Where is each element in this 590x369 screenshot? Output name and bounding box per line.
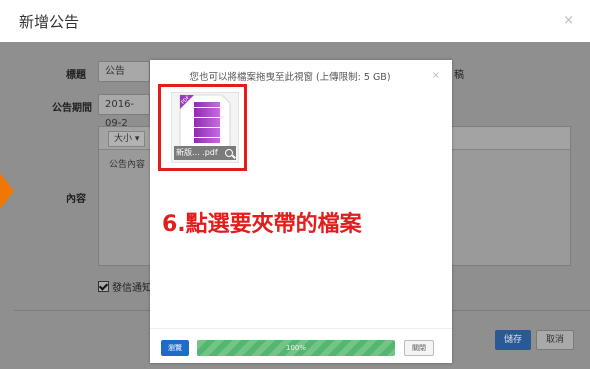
title-label: 標題 <box>66 70 86 81</box>
dialog-close-icon[interactable]: × <box>563 13 574 28</box>
browse-button[interactable]: 瀏覽 <box>161 340 189 356</box>
upload-progress-bar: 100% <box>197 340 395 356</box>
checkbox-checked-icon[interactable] <box>98 281 109 292</box>
progress-text: 100% <box>285 344 306 352</box>
period-label: 公告期間 <box>52 103 92 114</box>
upload-modal: 您也可以將檔案拖曳至此視窗 (上傳限制: 5 GB) × PDF 新版... .… <box>150 60 452 363</box>
cancel-button[interactable]: 取消 <box>536 330 574 350</box>
highlight-box <box>158 84 247 171</box>
pointer-arrow-icon <box>0 173 14 209</box>
upload-modal-close-icon[interactable]: × <box>432 70 440 81</box>
upload-footer-divider <box>150 328 452 329</box>
title-right-fragment: 稿 <box>454 70 464 81</box>
notify-label: 發信通知 <box>112 283 152 294</box>
notify-checkbox[interactable]: 發信通知 <box>98 279 152 294</box>
editor-content[interactable]: 公告內容 <box>109 157 145 170</box>
upload-modal-title: 您也可以將檔案拖曳至此視窗 (上傳限制: 5 GB) <box>189 72 391 83</box>
instruction-annotation: 6.點選要夾帶的檔案 <box>162 212 362 237</box>
dialog-header: 新增公告 × <box>0 0 590 42</box>
content-label: 內容 <box>66 194 86 205</box>
save-button[interactable]: 儲存 <box>495 330 531 350</box>
title-input[interactable]: 公告 <box>98 61 150 82</box>
font-size-dropdown[interactable]: 大小 ▾ <box>108 131 146 147</box>
period-start-input[interactable]: 2016-09-2 <box>98 94 150 129</box>
close-button[interactable]: 關閉 <box>404 340 434 356</box>
dialog-title: 新增公告 <box>19 13 80 31</box>
